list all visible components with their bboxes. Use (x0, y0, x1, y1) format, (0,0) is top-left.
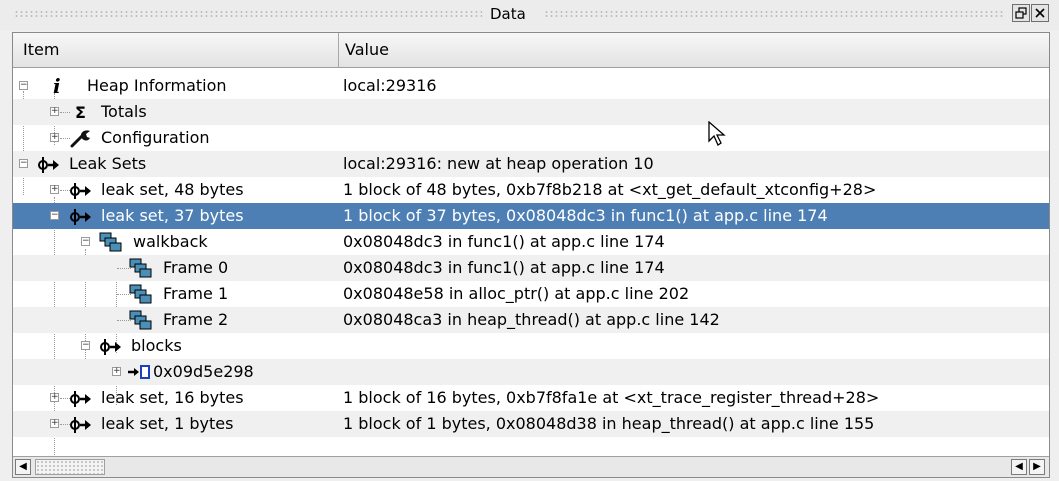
expand-toggle[interactable]: + (50, 133, 59, 142)
collapse-toggle[interactable]: − (50, 211, 59, 220)
row-label: Leak Sets (69, 154, 147, 173)
column-header-value[interactable]: Value (339, 33, 1049, 67)
row-value: local:29316 (343, 76, 437, 95)
titlebar-grip-left[interactable] (14, 10, 482, 18)
tree-row-configuration[interactable]: + Configuration (13, 125, 1049, 151)
row-value: 1 block of 16 bytes, 0xb7f8fa1e at <xt_t… (343, 388, 880, 407)
close-icon (1035, 8, 1045, 18)
tree-row-frame-1[interactable]: Frame 1 0x08048e58 in alloc_ptr() at app… (13, 281, 1049, 307)
svg-text:i: i (53, 76, 61, 96)
tree-row-heap-information[interactable]: − i Heap Information local:29316 (13, 73, 1049, 99)
tree-row-walkback[interactable]: − walkback 0x08048dc3 in func1() at app.… (13, 229, 1049, 255)
tree-row-leak-set-48[interactable]: + leak set, 48 bytes 1 block of 48 bytes… (13, 177, 1049, 203)
expand-toggle[interactable]: + (50, 393, 59, 402)
stack-icon (129, 258, 152, 278)
row-label: leak set, 48 bytes (101, 180, 244, 199)
row-label: Totals (101, 102, 147, 121)
expand-toggle[interactable]: + (112, 367, 121, 376)
row-label: Heap Information (87, 76, 227, 95)
row-label: Frame 0 (163, 258, 229, 277)
info-icon: i (53, 76, 61, 96)
tree-header: Item Value (13, 33, 1049, 68)
data-tree-view[interactable]: Item Value − i Heap Information local:29… (12, 32, 1050, 478)
tree-row-leak-set-16[interactable]: + leak set, 16 bytes 1 block of 16 bytes… (13, 385, 1049, 411)
leak-icon (70, 391, 91, 407)
mouse-pointer-icon (708, 121, 726, 146)
row-label: blocks (131, 336, 182, 355)
collapse-toggle[interactable]: − (81, 237, 90, 246)
leak-icon (38, 157, 59, 173)
collapse-toggle[interactable]: − (81, 341, 90, 350)
collapse-toggle[interactable]: − (19, 81, 28, 90)
expand-toggle[interactable]: + (50, 185, 59, 194)
expand-toggle[interactable]: + (50, 419, 59, 428)
tree-row-blocks[interactable]: − blocks (13, 333, 1049, 359)
svg-text:Σ: Σ (75, 103, 86, 122)
panel-title: Data (490, 5, 526, 23)
titlebar-grip-right[interactable] (544, 10, 1004, 18)
float-icon (1015, 7, 1027, 19)
tree-row-leak-set-37[interactable]: − leak set, 37 bytes 1 block of 37 bytes… (13, 203, 1049, 229)
row-label: leak set, 1 bytes (101, 414, 234, 433)
scroll-right-button[interactable]: ▶ (1029, 459, 1045, 475)
close-button[interactable] (1031, 4, 1049, 22)
column-header-item[interactable]: Item (13, 33, 339, 67)
row-value: local:29316: new at heap operation 10 (343, 154, 654, 173)
row-label: Frame 1 (163, 284, 229, 303)
scroll-thumb[interactable] (35, 459, 105, 475)
leak-icon (70, 417, 91, 433)
wrench-icon (70, 130, 90, 148)
leak-icon (70, 209, 91, 225)
row-value: 1 block of 37 bytes, 0x08048dc3 in func1… (343, 206, 828, 225)
tree-row-frame-2[interactable]: Frame 2 0x08048ca3 in heap_thread() at a… (13, 307, 1049, 333)
row-value: 1 block of 48 bytes, 0xb7f8b218 at <xt_g… (343, 180, 877, 199)
row-value: 0x08048ca3 in heap_thread() at app.c lin… (343, 310, 720, 329)
row-label: leak set, 37 bytes (101, 206, 244, 225)
row-value: 0x08048dc3 in func1() at app.c line 174 (343, 232, 665, 251)
leak-icon (70, 183, 91, 199)
row-label: leak set, 16 bytes (101, 388, 244, 407)
row-label: Configuration (101, 128, 210, 147)
tree-row-leak-set-1[interactable]: + leak set, 1 bytes 1 block of 1 bytes, … (13, 411, 1049, 437)
collapse-toggle[interactable]: − (19, 159, 28, 168)
tree-row-frame-0[interactable]: Frame 0 0x08048dc3 in func1() at app.c l… (13, 255, 1049, 281)
tree-row-leak-sets[interactable]: − Leak Sets local:29316: new at heap ope… (13, 151, 1049, 177)
block-icon (128, 365, 150, 379)
stack-icon (129, 310, 152, 330)
tree-row-block-address[interactable]: + 0x09d5e298 (13, 359, 1049, 385)
row-value: 0x08048e58 in alloc_ptr() at app.c line … (343, 284, 690, 303)
float-button[interactable] (1012, 4, 1030, 22)
leak-icon (100, 339, 121, 355)
horizontal-scrollbar[interactable]: ◀ ◀ ▶ (13, 456, 1049, 477)
scroll-left-button-end[interactable]: ◀ (1011, 459, 1027, 475)
panel-titlebar: Data (0, 0, 1059, 30)
sigma-icon: Σ (75, 103, 86, 122)
tree-row-totals[interactable]: + Σ Totals (13, 99, 1049, 125)
row-label: walkback (133, 232, 208, 251)
stack-icon (129, 284, 152, 304)
row-label: Frame 2 (163, 310, 229, 329)
row-value: 0x08048dc3 in func1() at app.c line 174 (343, 258, 665, 277)
stack-icon (99, 232, 122, 252)
expand-toggle[interactable]: + (50, 107, 59, 116)
row-label: 0x09d5e298 (153, 362, 254, 381)
scroll-left-button[interactable]: ◀ (15, 459, 31, 475)
row-value: 1 block of 1 bytes, 0x08048d38 in heap_t… (343, 414, 875, 433)
